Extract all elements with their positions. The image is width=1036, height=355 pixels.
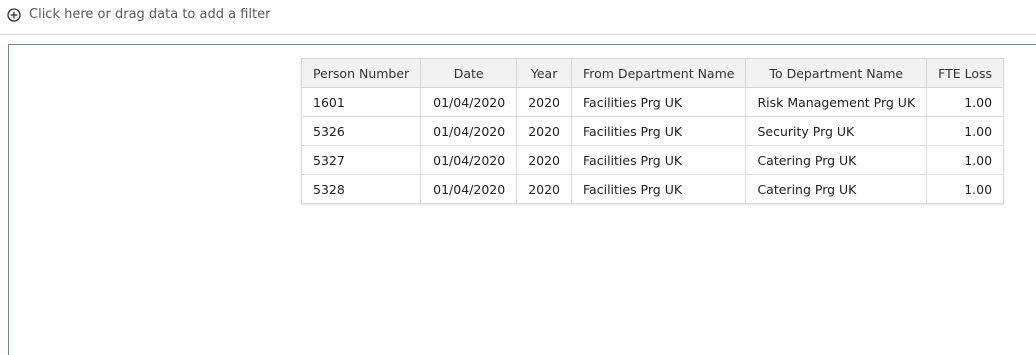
cell-fte-loss[interactable]: 1.00	[926, 87, 1005, 117]
cell-to-department[interactable]: Catering Prg UK	[745, 145, 928, 175]
cell-to-department[interactable]: Risk Management Prg UK	[745, 87, 928, 117]
cell-year[interactable]: 2020	[516, 87, 573, 117]
cell-to-department[interactable]: Security Prg UK	[745, 116, 928, 146]
cell-year[interactable]: 2020	[516, 174, 573, 204]
filter-bar: Click here or drag data to add a filter	[0, 0, 1036, 35]
table-row[interactable]: 5326 01/04/2020 2020 Facilities Prg UK S…	[300, 116, 1005, 146]
add-filter-control[interactable]: Click here or drag data to add a filter	[7, 7, 270, 22]
cell-date[interactable]: 01/04/2020	[420, 116, 518, 146]
cell-date[interactable]: 01/04/2020	[420, 145, 518, 175]
plus-circle-icon[interactable]	[7, 7, 21, 22]
column-header-from-department[interactable]: From Department Name	[571, 58, 747, 88]
cell-fte-loss[interactable]: 1.00	[926, 145, 1005, 175]
table-header-row: Person Number Date Year From Department …	[300, 58, 1005, 88]
cell-to-department[interactable]: Catering Prg UK	[745, 174, 928, 204]
add-filter-prompt[interactable]: Click here or drag data to add a filter	[29, 7, 270, 22]
column-header-to-department[interactable]: To Department Name	[745, 58, 928, 88]
cell-person-number[interactable]: 5328	[300, 174, 422, 204]
cell-date[interactable]: 01/04/2020	[420, 174, 518, 204]
data-table: Person Number Date Year From Department …	[300, 58, 1005, 204]
cell-person-number[interactable]: 1601	[300, 87, 422, 117]
column-header-fte-loss[interactable]: FTE Loss	[926, 58, 1005, 88]
cell-person-number[interactable]: 5326	[300, 116, 422, 146]
table-row[interactable]: 5328 01/04/2020 2020 Facilities Prg UK C…	[300, 174, 1005, 204]
column-header-date[interactable]: Date	[420, 58, 518, 88]
cell-year[interactable]: 2020	[516, 116, 573, 146]
table-row[interactable]: 5327 01/04/2020 2020 Facilities Prg UK C…	[300, 145, 1005, 175]
cell-from-department[interactable]: Facilities Prg UK	[571, 145, 747, 175]
cell-date[interactable]: 01/04/2020	[420, 87, 518, 117]
column-header-person-number[interactable]: Person Number	[300, 58, 422, 88]
cell-fte-loss[interactable]: 1.00	[926, 174, 1005, 204]
cell-person-number[interactable]: 5327	[300, 145, 422, 175]
column-header-year[interactable]: Year	[516, 58, 573, 88]
cell-from-department[interactable]: Facilities Prg UK	[571, 87, 747, 117]
cell-year[interactable]: 2020	[516, 145, 573, 175]
cell-fte-loss[interactable]: 1.00	[926, 116, 1005, 146]
cell-from-department[interactable]: Facilities Prg UK	[571, 116, 747, 146]
cell-from-department[interactable]: Facilities Prg UK	[571, 174, 747, 204]
table-row[interactable]: 1601 01/04/2020 2020 Facilities Prg UK R…	[300, 87, 1005, 117]
